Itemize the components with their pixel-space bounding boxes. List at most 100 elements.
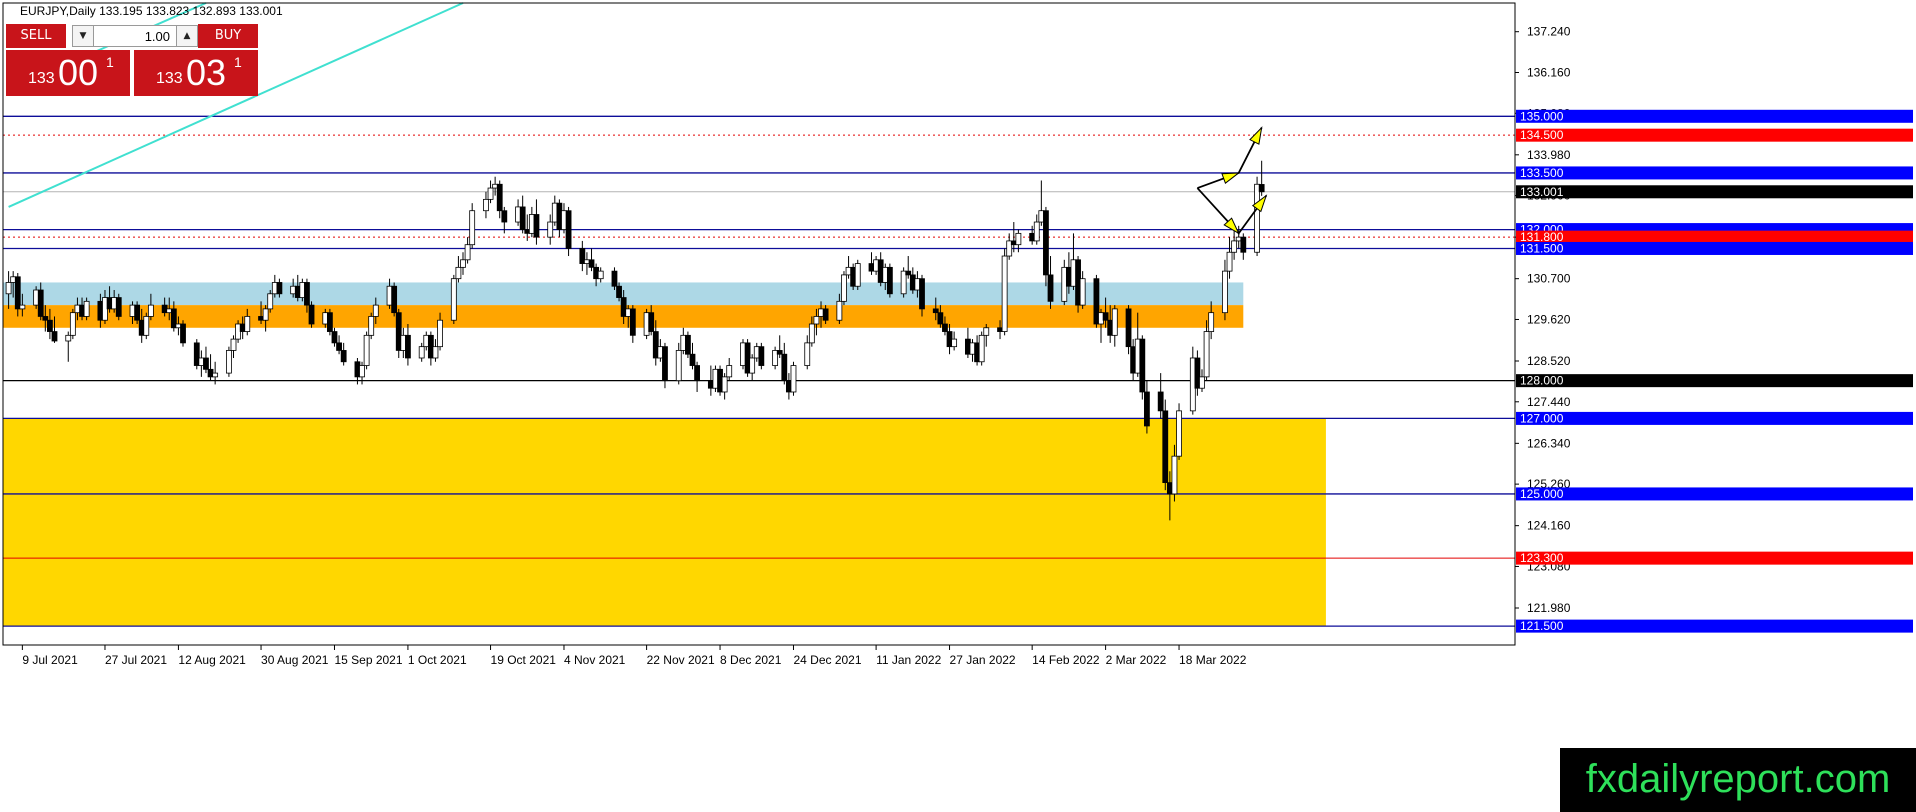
price-tag-133.500: 133.500 [1520,166,1564,180]
candle-bull [854,263,861,287]
price-tag-133.001: 133.001 [1520,185,1564,199]
candle-bear [942,323,948,332]
candle-bull [143,316,150,336]
candle-bear [180,323,186,344]
x-tick-label: 1 Oct 2021 [408,653,467,667]
candle-bear [1157,391,1164,412]
price-tag-bg [1516,109,1913,123]
candle-bear [629,308,636,336]
x-tick-label: 2 Mar 2022 [1106,653,1167,667]
sell-button[interactable]: SELL [6,24,66,48]
sell-price-button[interactable]: 133 00 1 [6,50,130,96]
candle-bull [1033,221,1040,242]
price-tag-bg [1516,185,1913,199]
x-tick-label: 30 Aug 2021 [261,653,329,667]
lot-increase-icon[interactable]: ▲ [176,25,198,47]
candle-bull [455,266,462,280]
price-tag-bg [1516,166,1913,180]
candle-bull [147,304,154,317]
candle-bull [983,327,990,336]
candle-bear [405,334,411,359]
lot-decrease-icon[interactable]: ▼ [72,25,94,47]
y-tick-label: 137.240 [1527,25,1571,39]
candle-bear [340,350,347,363]
candle-bull [978,334,985,363]
candle-bull [1001,255,1008,332]
candle-bear [781,353,788,382]
candle-bull [804,342,811,366]
price-tag-123.300: 123.300 [1520,551,1564,565]
y-tick-label: 124.160 [1527,519,1571,533]
y-tick-label: 128.520 [1527,354,1571,368]
candle-bear [588,259,595,268]
candle-bear [758,346,765,366]
price-tag-127.000: 127.000 [1520,411,1564,425]
x-tick-label: 14 Feb 2022 [1032,653,1100,667]
buy-button[interactable]: BUY [198,24,258,48]
y-tick-label: 133.980 [1527,148,1571,162]
candle-bull [363,334,370,366]
price-tag-131.500: 131.500 [1520,241,1564,255]
candle-bear [776,350,783,355]
candle-bear [937,312,944,325]
sell-price-pip: 1 [106,54,114,70]
candle-bear [886,266,893,295]
price-tag-bg [1516,411,1913,425]
x-tick-label: 18 Mar 2022 [1179,653,1247,667]
candle-bull [69,312,76,336]
zone-yellow [3,418,1326,627]
y-tick-label: 121.980 [1527,601,1571,615]
candle-bull [675,350,682,382]
candle-bear [115,297,122,317]
candle-bear [51,331,58,342]
candle-bear [1162,410,1169,484]
candle-bear [501,210,508,223]
candle-bear [694,365,700,382]
sell-price-prefix: 133 [28,70,55,87]
candle-bear [134,304,141,321]
candle-bull [19,304,26,310]
candle-bull [813,316,820,325]
price-tag-bg [1516,551,1913,565]
chart-header: EURJPY,Daily 133.195 133.823 132.893 133… [20,4,283,18]
candle-bear [308,304,315,325]
candle-bear [47,319,53,332]
candle-bear [336,342,342,351]
candle-bear [14,276,21,310]
buy-price-button[interactable]: 133 03 1 [134,50,258,96]
x-tick-label: 19 Oct 2021 [491,653,557,667]
candle-bull [547,221,554,238]
candle-bear [1240,236,1247,253]
candle-bull [790,365,797,393]
buy-price-big: 03 [186,52,227,93]
candle-bull [597,270,604,280]
candle-bull [460,259,466,268]
candle-bull [1222,270,1228,314]
candle-bull [83,300,90,317]
candle-bull [450,278,457,321]
candle-bear [648,312,655,332]
candle-bull [951,338,958,348]
candle-bull [267,293,274,310]
price-tag-135.000: 135.000 [1520,109,1564,123]
x-tick-label: 12 Aug 2021 [178,653,246,667]
candle-bear [685,334,691,355]
brand-watermark: fxdailyreport.com [1560,748,1916,812]
candle-bull [5,282,12,295]
candle-bull [230,338,237,351]
candle-bear [519,206,526,230]
buy-price-pip: 1 [234,54,242,70]
candle-bear [533,214,540,238]
candle-bear [1144,391,1150,427]
candle-bull [226,350,232,374]
price-tag-134.500: 134.500 [1520,128,1564,142]
lot-size-input[interactable] [94,25,176,47]
candle-bear [1125,308,1132,348]
candle-bull [808,323,815,344]
candle-bear [1043,210,1049,276]
x-tick-label: 8 Dec 2021 [720,653,782,667]
y-tick-label: 130.700 [1527,272,1571,286]
candle-bull [1171,455,1178,495]
price-chart[interactable]: 137.240136.160135.080133.980132.900131.8… [0,0,1916,812]
candle-bear [37,289,44,317]
